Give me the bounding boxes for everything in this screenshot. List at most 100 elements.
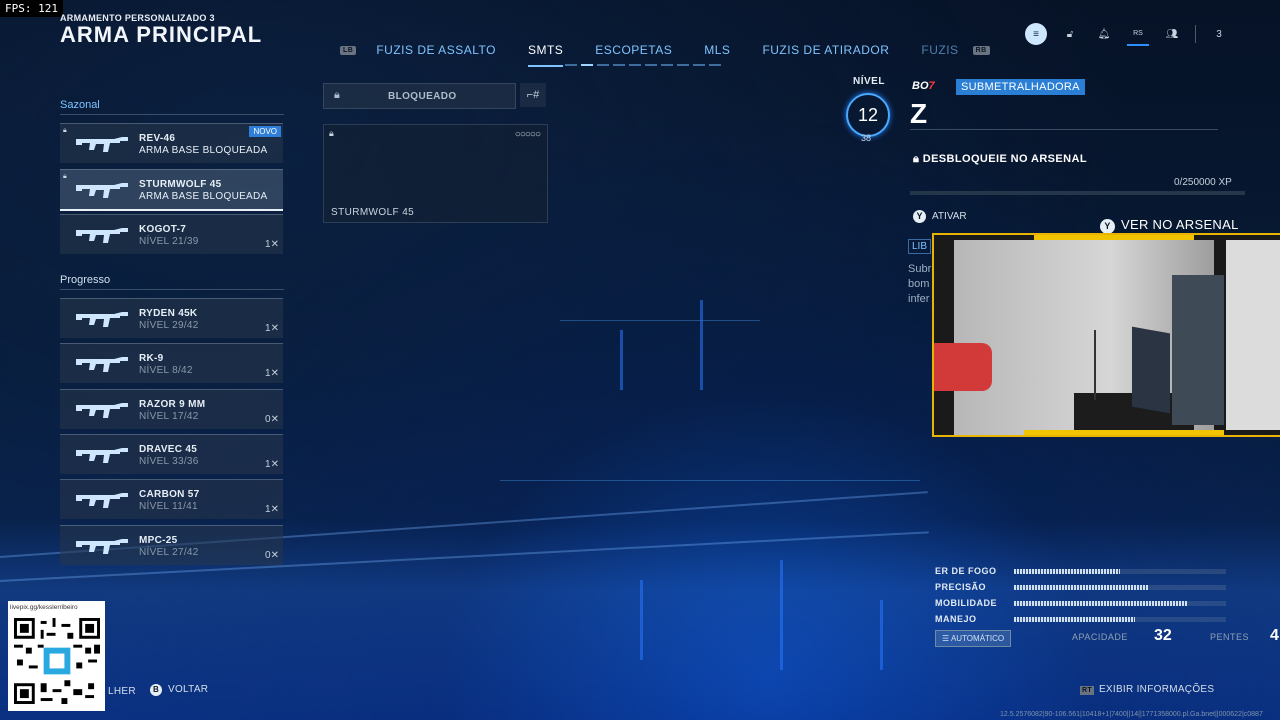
attachment-count: 1✕ [265,504,279,515]
weapon-card[interactable]: RYDEN 45K NÍVEL 29/42 1✕ [60,298,283,338]
weapon-card-status: ARMA BASE BLOQUEADA [139,191,268,202]
capacity-value: 32 [1154,627,1172,644]
description-line: bom [908,278,930,290]
gunsmith-icon[interactable]: ⌐# [520,83,546,107]
lock-icon: 🔒︎ [334,89,340,101]
webcam-right-wall [1226,240,1280,430]
lock-icon[interactable]: 🔓︎ [1059,23,1081,45]
weapon-card-name: MPC-25 [139,534,178,546]
game-badge: BO7 [912,80,935,92]
weapon-card-name: KOGOT-7 [139,224,187,235]
stat-label: MOBILIDADE [935,598,997,608]
select-hint[interactable]: LHER [108,686,136,697]
tab-marksman-rifles[interactable]: FUZIS DE ATIRADOR [762,43,889,57]
stat-bar-fill [1014,569,1120,574]
weapon-card-name: DRAVEC 45 [139,443,198,455]
weapon-card-name: RK-9 [139,353,164,365]
activate-button[interactable]: Y ATIVAR [913,210,967,223]
x-icon: ✕ [270,368,279,380]
tab-rifles[interactable]: FUZIS [921,43,958,57]
xp-progress-bar [910,191,1245,195]
pager-dot [661,64,673,66]
webcam-monitor [1132,326,1170,414]
lb-button-hint[interactable]: LB [340,45,357,55]
tab-shotguns[interactable]: ESCOPETAS [595,43,672,57]
lock-icon: 🔒︎ [63,127,67,134]
magazines-label: PENTES [1210,632,1250,642]
tab-lmgs[interactable]: MLS [704,43,730,57]
weapon-thumbnail-icon [76,137,128,152]
light-bar [700,300,703,390]
webcam-overlay [932,233,1280,437]
tab-smgs[interactable]: SMTS [527,43,564,67]
weapon-card-status: NÍVEL 21/39 [139,236,199,247]
notification-bell-icon[interactable]: 🔔︎ [1093,23,1115,45]
webcam-frame-accent [1034,235,1194,240]
attachment-count: 1✕ [265,239,279,250]
pager-dot [581,64,593,66]
build-string: 12.5.2576082|90-106.561|10418+1|7400||14… [1000,711,1263,718]
x-icon: ✕ [270,239,279,250]
weapon-card-name: CARBON 57 [139,489,200,501]
weapon-card[interactable]: 🔒︎ REV-46 ARMA BASE BLOQUEADA NOVO [60,123,283,163]
menu-icon[interactable]: ≡ [1025,23,1047,45]
description-line: Subr [908,263,932,275]
weapon-card[interactable]: CARBON 57 NÍVEL 11/41 1✕ [60,479,283,520]
social-icon[interactable]: RS [1127,22,1149,46]
new-badge: NOVO [249,126,281,137]
weapon-description: Subr bom infer [908,262,931,307]
attachment-count: 1✕ [265,459,279,470]
stat-row: MOBILIDADE [935,598,1235,614]
blueprint-slot[interactable]: 🔒︎ ○○○○○ STURMWOLF 45 [323,124,548,223]
pager-dot [709,64,721,66]
top-right-bar: ≡ 🔓︎ 🔔︎ RS 👥︎ 3 [1025,22,1242,46]
tab-assault-rifles[interactable]: FUZIS DE ASSALTO [376,43,496,57]
livepix-qr: livepix.gg/kesslerribeiro [8,601,105,711]
weapon-card[interactable]: 🔒︎ STURMWOLF 45 ARMA BASE BLOQUEADA [60,169,283,211]
show-info-button[interactable]: RT EXIBIR INFORMAÇÕES [1080,684,1214,695]
divider [60,114,284,115]
category-tabs: LB FUZIS DE ASSALTO SMTS ESCOPETAS MLS F… [340,33,1010,67]
back-button[interactable]: B VOLTAR [150,684,208,696]
game-badge-text: BO [912,80,929,92]
weapon-card[interactable]: RAZOR 9 MM NÍVEL 17/42 0✕ [60,388,283,429]
x-icon: ✕ [270,458,279,470]
qr-url: livepix.gg/kesslerribeiro [10,604,78,611]
rb-button-hint[interactable]: RB [972,45,990,55]
stat-bar-fill [1014,585,1148,590]
stat-bar [1014,601,1226,606]
section-progress: Progresso [60,274,111,286]
stat-row: MANEJO [935,614,1235,630]
pager-dot [645,64,657,66]
view-in-arsenal-button[interactable]: Y VER NO ARSENAL [1100,217,1239,234]
divider [910,129,1218,130]
stat-bar [1014,585,1226,590]
pager-dot [597,64,609,66]
unlock-text: DESBLOQUEIE NO ARSENAL [922,153,1087,165]
stat-row: ER DE FOGO [935,566,1235,582]
level-max: 38 [861,133,872,143]
pager-dot [693,64,705,66]
weapon-thumbnail-icon [76,183,128,198]
stat-label: ER DE FOGO [935,566,997,576]
webcam-person [934,343,992,391]
attachment-count: 0✕ [265,414,279,425]
fire-mode: AUTOMÁTICO [950,634,1005,643]
weapon-card[interactable]: KOGOT-7 NÍVEL 21/39 1✕ [60,214,283,254]
weapon-card-name: RAZOR 9 MM [139,398,206,410]
blueprint-locked-button[interactable]: 🔒︎ BLOQUEADO [323,83,516,109]
party-icon[interactable]: 👥︎ [1161,23,1183,45]
weapon-card-status: ARMA BASE BLOQUEADA [139,145,268,156]
weapon-card-status: NÍVEL 11/41 [139,501,198,513]
magazines-value: 4 [1270,627,1279,644]
blueprint-slot-name: STURMWOLF 45 [331,207,415,218]
weapon-card[interactable]: RK-9 NÍVEL 8/42 1✕ [60,343,283,384]
section-seasonal: Sazonal [60,99,100,111]
weapon-card-status: NÍVEL 29/42 [139,320,199,331]
weapon-card[interactable]: MPC-25 NÍVEL 27/42 0✕ [60,524,283,565]
attachment-count: 1✕ [265,368,279,379]
game-badge-number: 7 [928,80,935,92]
webcam-monitor [1172,275,1224,425]
weapon-card-status: NÍVEL 33/36 [139,455,199,467]
weapon-card[interactable]: DRAVEC 45 NÍVEL 33/36 1✕ [60,433,283,474]
